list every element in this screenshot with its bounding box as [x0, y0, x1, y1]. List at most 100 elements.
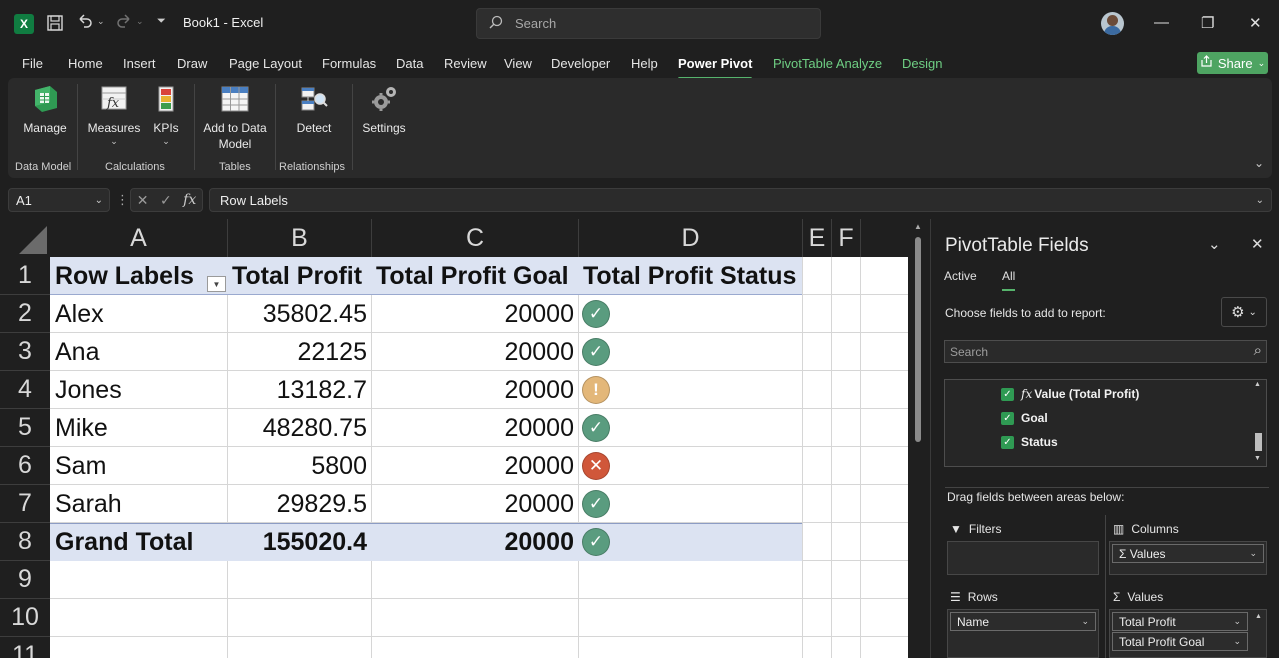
share-button[interactable]: Share ⌄ — [1197, 52, 1268, 74]
row-header-3[interactable]: 3 — [0, 333, 50, 371]
pane-close-icon[interactable]: ✕ — [1251, 235, 1264, 253]
values-drop-zone[interactable]: Total Profit ⌄ Total Profit Goal ⌄ ▲ — [1109, 609, 1267, 658]
row-header-2[interactable]: 2 — [0, 295, 50, 333]
pane-tab-all[interactable]: All — [1002, 269, 1016, 291]
undo-dropdown-icon[interactable]: ⌄ — [97, 16, 105, 27]
customize-toolbar-icon[interactable]: ⏷ — [157, 15, 166, 28]
row-labels-filter-button[interactable]: ▼ — [207, 276, 226, 292]
columns-item[interactable]: Σ Values ⌄ — [1112, 544, 1264, 563]
pane-options-chevron-icon[interactable]: ⌄ — [1208, 235, 1221, 253]
row-header-7[interactable]: 7 — [0, 485, 50, 523]
pivot-header-total-profit-goal[interactable]: Total Profit Goal — [376, 257, 569, 295]
column-header-a[interactable]: A — [50, 219, 228, 257]
pane-tab-active[interactable]: Active — [944, 269, 977, 283]
field-checkbox[interactable]: ✓ — [1001, 387, 1014, 401]
scroll-down-icon[interactable]: ▼ — [1254, 455, 1261, 462]
scroll-up-icon[interactable]: ▲ — [914, 222, 922, 231]
tab-developer[interactable]: Developer — [551, 56, 610, 71]
add-to-data-model-button[interactable]: Add to Data Model — [202, 84, 268, 152]
enter-icon[interactable]: ✓ — [160, 192, 172, 209]
pivot-row-goal[interactable]: 20000 — [372, 333, 574, 371]
user-avatar[interactable] — [1101, 12, 1124, 35]
column-header-f[interactable]: F — [832, 219, 861, 257]
scrollbar-thumb[interactable] — [915, 237, 921, 442]
rows-item[interactable]: Name ⌄ — [950, 612, 1096, 631]
scroll-up-icon[interactable]: ▲ — [1254, 381, 1261, 388]
column-header-c[interactable]: C — [372, 219, 579, 257]
column-header-b[interactable]: B — [228, 219, 372, 257]
column-header-d[interactable]: D — [579, 219, 803, 257]
select-all-button[interactable] — [0, 219, 50, 257]
grand-total-goal[interactable]: 20000 — [372, 523, 574, 561]
pivot-row-profit[interactable]: 5800 — [228, 447, 367, 485]
formula-input[interactable]: Row Labels ⌄ — [209, 188, 1272, 212]
pivot-row-goal[interactable]: 20000 — [372, 371, 574, 409]
ribbon-collapse-icon[interactable]: ⌄ — [1254, 156, 1264, 170]
search-box[interactable]: Search — [476, 8, 821, 39]
tab-home[interactable]: Home — [68, 56, 103, 71]
pivot-row-goal[interactable]: 20000 — [372, 409, 574, 447]
field-item[interactable]: ✓ fx Value (Total Profit) — [1001, 387, 1139, 401]
columns-drop-zone[interactable]: Σ Values ⌄ — [1109, 541, 1267, 575]
expand-formula-icon[interactable]: ⌄ — [1256, 195, 1264, 206]
tab-design[interactable]: Design — [902, 56, 942, 71]
field-item[interactable]: ✓ Status — [1001, 435, 1058, 449]
column-header-blank[interactable] — [861, 219, 908, 257]
pivot-row-name[interactable]: Ana — [55, 333, 99, 371]
row-header-9[interactable]: 9 — [0, 561, 50, 599]
pivot-header-row-labels[interactable]: Row Labels — [55, 257, 194, 295]
rows-drop-zone[interactable]: Name ⌄ — [947, 609, 1099, 658]
pivot-row-name[interactable]: Sarah — [55, 485, 122, 523]
pivot-row-goal[interactable]: 20000 — [372, 485, 574, 523]
field-list-scrollbar[interactable]: ▲ ▼ — [1254, 381, 1263, 463]
values-item[interactable]: Total Profit Goal ⌄ — [1112, 632, 1248, 651]
measures-button[interactable]: fx Measures ⌄ — [88, 84, 140, 146]
row-header-8[interactable]: 8 — [0, 523, 50, 561]
pivot-row-name[interactable]: Sam — [55, 447, 106, 485]
cancel-icon[interactable]: ✕ — [137, 192, 149, 209]
field-search-input[interactable]: Search ⌕ — [944, 340, 1267, 363]
redo-dropdown-icon[interactable]: ⌄ — [136, 16, 144, 27]
scroll-up-icon[interactable]: ▲ — [1255, 613, 1263, 620]
tab-insert[interactable]: Insert — [123, 56, 156, 71]
column-header-e[interactable]: E — [803, 219, 832, 257]
detect-button[interactable]: Detect — [294, 84, 334, 136]
tab-view[interactable]: View — [504, 56, 532, 71]
pivot-row-goal[interactable]: 20000 — [372, 447, 574, 485]
row-header-6[interactable]: 6 — [0, 447, 50, 485]
close-button[interactable]: ✕ — [1249, 14, 1262, 32]
pivot-row-profit[interactable]: 35802.45 — [228, 295, 367, 333]
insert-function-icon[interactable]: fx — [183, 192, 196, 208]
scrollbar-thumb[interactable] — [1255, 433, 1262, 451]
row-header-4[interactable]: 4 — [0, 371, 50, 409]
field-item[interactable]: ✓ Goal — [1001, 411, 1048, 425]
pivot-row-name[interactable]: Mike — [55, 409, 108, 447]
pivot-row-name[interactable]: Alex — [55, 295, 104, 333]
field-checkbox[interactable]: ✓ — [1001, 411, 1014, 425]
kpis-button[interactable]: KPIs ⌄ — [148, 84, 184, 146]
row-header-10[interactable]: 10 — [0, 599, 50, 637]
minimize-button[interactable]: — — [1154, 14, 1169, 31]
filters-drop-zone[interactable] — [947, 541, 1099, 575]
row-header-5[interactable]: 5 — [0, 409, 50, 447]
undo-icon[interactable] — [76, 12, 94, 30]
tab-data[interactable]: Data — [396, 56, 423, 71]
tab-page-layout[interactable]: Page Layout — [229, 56, 302, 71]
more-options-icon[interactable]: ⋮ — [116, 192, 129, 208]
pivot-row-name[interactable]: Jones — [55, 371, 122, 409]
restore-button[interactable]: ❐ — [1201, 14, 1214, 32]
tab-formulas[interactable]: Formulas — [322, 56, 376, 71]
manage-button[interactable]: Manage — [22, 84, 68, 136]
tab-draw[interactable]: Draw — [177, 56, 207, 71]
save-icon[interactable] — [46, 14, 64, 32]
redo-icon[interactable] — [115, 12, 133, 30]
pivot-row-profit[interactable]: 22125 — [228, 333, 367, 371]
grand-total-label[interactable]: Grand Total — [55, 523, 193, 561]
values-scrollbar[interactable]: ▲ — [1255, 613, 1263, 653]
pivot-header-total-profit-status[interactable]: Total Profit Status — [583, 257, 796, 295]
tab-file[interactable]: File — [22, 56, 43, 71]
field-checkbox[interactable]: ✓ — [1001, 435, 1014, 449]
pivot-row-profit[interactable]: 29829.5 — [228, 485, 367, 523]
row-header-1[interactable]: 1 — [0, 257, 50, 295]
pivot-row-profit[interactable]: 48280.75 — [228, 409, 367, 447]
